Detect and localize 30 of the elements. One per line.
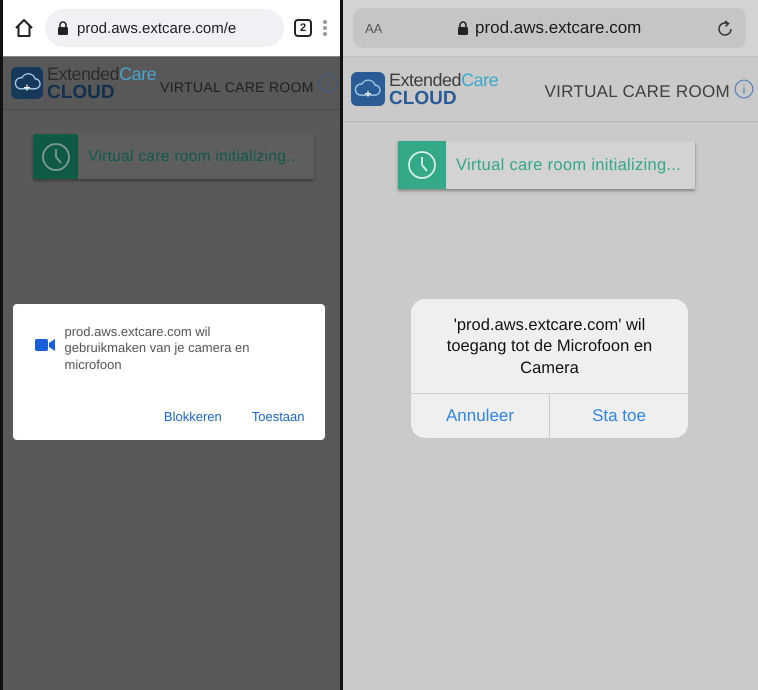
page-title: VIRTUAL CARE ROOM <box>544 82 730 102</box>
tab-count-button[interactable]: 2 <box>294 19 312 37</box>
permission-message: 'prod.aws.extcare.com' wil toegang tot de Microfoon en Camera <box>446 315 654 379</box>
cloud-logo-icon <box>351 72 385 106</box>
lock-icon <box>457 21 470 35</box>
status-message: Virtual care room initializing... <box>455 154 682 176</box>
clock-icon <box>407 150 437 180</box>
text-size-button[interactable]: AA <box>365 20 382 36</box>
clock-icon <box>40 142 70 172</box>
lock-icon <box>57 21 69 35</box>
logo-wordmark-cloud: CLOUD <box>389 88 458 108</box>
video-camera-icon <box>34 338 54 352</box>
page-title: VIRTUAL CARE ROOM <box>160 79 314 95</box>
info-icon[interactable] <box>734 79 754 99</box>
address-url: prod.aws.extcare.com/e <box>77 20 236 36</box>
block-button[interactable]: Blokkeren <box>156 402 230 430</box>
permission-message: prod.aws.extcare.com wil gebruikmaken van je camera en microfoon <box>64 324 250 373</box>
status-message: Virtual care room initializing... <box>87 146 302 166</box>
cloud-logo-icon <box>11 67 43 99</box>
more-menu-icon[interactable] <box>322 18 328 38</box>
allow-button[interactable]: Toestaan <box>244 402 312 430</box>
address-field[interactable]: prod.aws.extcare.com/e <box>45 9 284 47</box>
reload-icon[interactable] <box>716 18 734 38</box>
home-icon[interactable] <box>13 17 35 39</box>
logo-wordmark: ExtendedCare <box>389 70 498 88</box>
logo-wordmark-cloud: CLOUD <box>47 82 116 102</box>
allow-button[interactable]: Sta toe <box>549 394 688 438</box>
address-field[interactable]: AA prod.aws.extcare.com <box>353 8 746 48</box>
cancel-button[interactable]: Annuleer <box>411 394 549 438</box>
address-url: prod.aws.extcare.com <box>475 18 642 38</box>
